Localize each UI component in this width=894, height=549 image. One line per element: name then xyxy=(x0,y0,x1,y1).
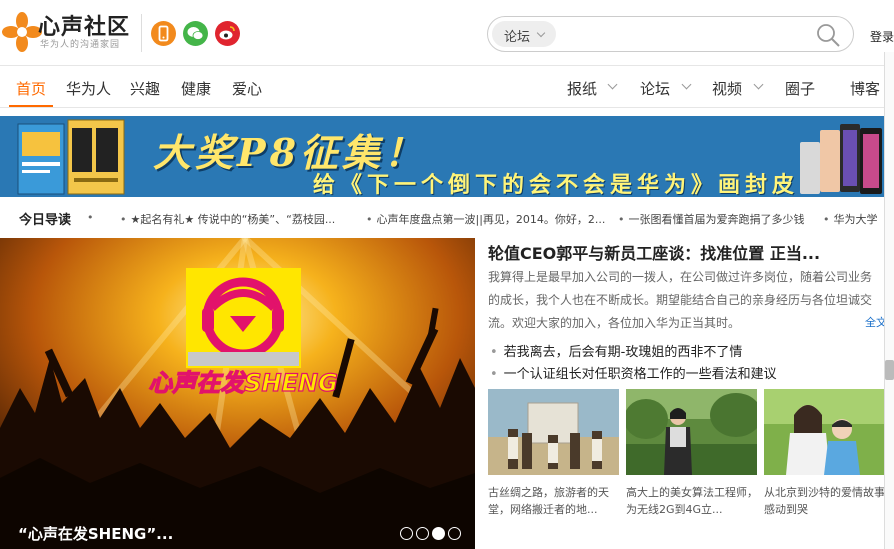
brand-slogan: 华为人的沟通家园 xyxy=(40,40,121,50)
chevron-down-icon xyxy=(753,79,764,90)
nav-item-interest[interactable]: 兴趣 xyxy=(130,78,160,108)
carousel-dot[interactable] xyxy=(448,527,461,540)
phones-image xyxy=(800,124,882,194)
ticker-item[interactable]: 心声年度盘点第一波||再见，2014。你好，2... xyxy=(366,211,606,227)
chevron-down-icon xyxy=(536,28,546,38)
search-category-label: 论坛 xyxy=(504,30,531,45)
headline-summary: 我算得上是最早加入公司的一拨人，在公司做过许多岗位，随着公司业务 的成长，我个人… xyxy=(488,266,888,335)
side-panel-handle[interactable] xyxy=(885,360,894,380)
carousel-dot[interactable] xyxy=(400,527,413,540)
nav-item-newspaper[interactable]: 报纸 xyxy=(567,78,597,108)
search-icon[interactable] xyxy=(815,22,841,48)
nav-item-home[interactable]: 首页 xyxy=(16,78,46,108)
nav-item-charity[interactable]: 爱心 xyxy=(232,78,262,108)
thumbnail-caption[interactable]: 从北京到沙特的爱情故事 感动到哭 xyxy=(764,484,886,518)
logo-flower-icon[interactable] xyxy=(2,12,42,52)
site-header: 心声社区 华为人的沟通家园 论坛 登录 xyxy=(0,0,894,66)
carousel-dot[interactable] xyxy=(416,527,429,540)
ticker-item-partial xyxy=(87,211,105,224)
nav-item-huaweiren[interactable]: 华为人 xyxy=(66,78,111,108)
nav-item-video[interactable]: 视频 xyxy=(712,78,742,108)
hero-caption[interactable]: “心声在发SHENG”... xyxy=(18,523,173,544)
summary-line: 我算得上是最早加入公司的一拨人，在公司做过许多岗位，随着公司业务 xyxy=(488,270,873,284)
phone-icon[interactable] xyxy=(151,21,176,46)
related-article-link[interactable]: 一个认证组长对任职资格工作的一些看法和建议 xyxy=(490,363,777,382)
ticker-label: 今日导读 xyxy=(19,213,72,228)
header-divider xyxy=(141,14,142,52)
chevron-down-icon xyxy=(681,79,692,90)
daily-digest-ticker: 今日导读 ★起名有礼★ 传说中的“杨美”、“荔枝园... 心声年度盘点第一波||… xyxy=(0,197,886,236)
book-covers-image xyxy=(17,119,125,195)
ticker-item[interactable]: 华为大学 xyxy=(823,211,878,227)
thumbnail-desert-travel[interactable] xyxy=(488,389,619,475)
hero-logo-text: 心声在发SHENG xyxy=(148,369,338,397)
main-nav: 首页 华为人 兴趣 健康 爱心 报纸 论坛 视频 圈子 博客 xyxy=(0,66,894,108)
wechat-icon[interactable] xyxy=(183,21,208,46)
promo-banner[interactable]: 大奖P8征集！ 给《下一个倒下的会不会是华为》画封皮 xyxy=(0,116,886,197)
weibo-icon[interactable] xyxy=(215,21,240,46)
search-input[interactable] xyxy=(558,20,808,48)
chevron-down-icon xyxy=(607,79,618,90)
search-box: 论坛 xyxy=(487,16,854,52)
summary-line: 流。欢迎大家的加入，各位加入华为正当其时。 xyxy=(488,316,741,330)
nav-item-forum[interactable]: 论坛 xyxy=(640,78,670,108)
carousel-dot-active[interactable] xyxy=(432,527,445,540)
thumbnail-caption[interactable]: 古丝绸之路，旅游者的天 堂，网络搬迁者的地... xyxy=(488,484,620,518)
nav-item-health[interactable]: 健康 xyxy=(181,78,211,108)
side-panel-edge[interactable] xyxy=(884,52,894,549)
nav-item-blog[interactable]: 博客 xyxy=(850,78,880,108)
concert-crowd-image: 心声在发SHENG xyxy=(0,238,475,549)
nav-item-circles[interactable]: 圈子 xyxy=(785,78,815,108)
thumbnail-caption[interactable]: 高大上的美女算法工程师， 为无线2G到4G立... xyxy=(626,484,758,518)
summary-line: 的成长，我个人也在不断成长。期望能结合自己的亲身经历与各位坦诚交 xyxy=(488,293,873,307)
search-category-select[interactable]: 论坛 xyxy=(492,21,556,47)
login-link[interactable]: 登录 xyxy=(870,28,894,45)
hero-carousel[interactable]: 心声在发SHENG “心声在发SHENG”... xyxy=(0,238,475,549)
related-article-link[interactable]: 若我离去，后会有期-玫瑰姐的西非不了情 xyxy=(490,341,743,360)
carousel-pagination xyxy=(400,527,464,540)
banner-subtitle: 给《下一个倒下的会不会是华为》画封皮 xyxy=(313,172,800,197)
ticker-item[interactable]: ★起名有礼★ 传说中的“杨美”、“荔枝园... xyxy=(120,211,336,227)
thumbnail-engineer-portrait[interactable] xyxy=(626,389,757,475)
ticker-item[interactable]: 一张图看懂首届为爱奔跑捐了多少钱 xyxy=(618,211,805,227)
thumbnail-family-photo[interactable] xyxy=(764,389,894,475)
headline-title[interactable]: 轮值CEO郭平与新员工座谈：找准位置 正当... xyxy=(488,240,820,264)
nav-active-indicator xyxy=(9,105,53,107)
